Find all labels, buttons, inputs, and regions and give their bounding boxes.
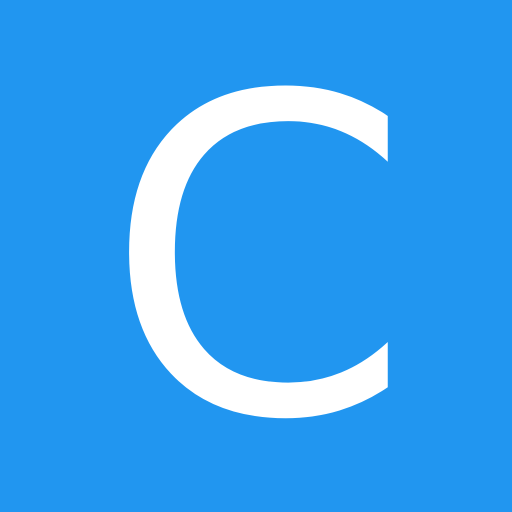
avatar-initial: C: [104, 4, 412, 512]
letter-avatar: C: [0, 0, 512, 512]
